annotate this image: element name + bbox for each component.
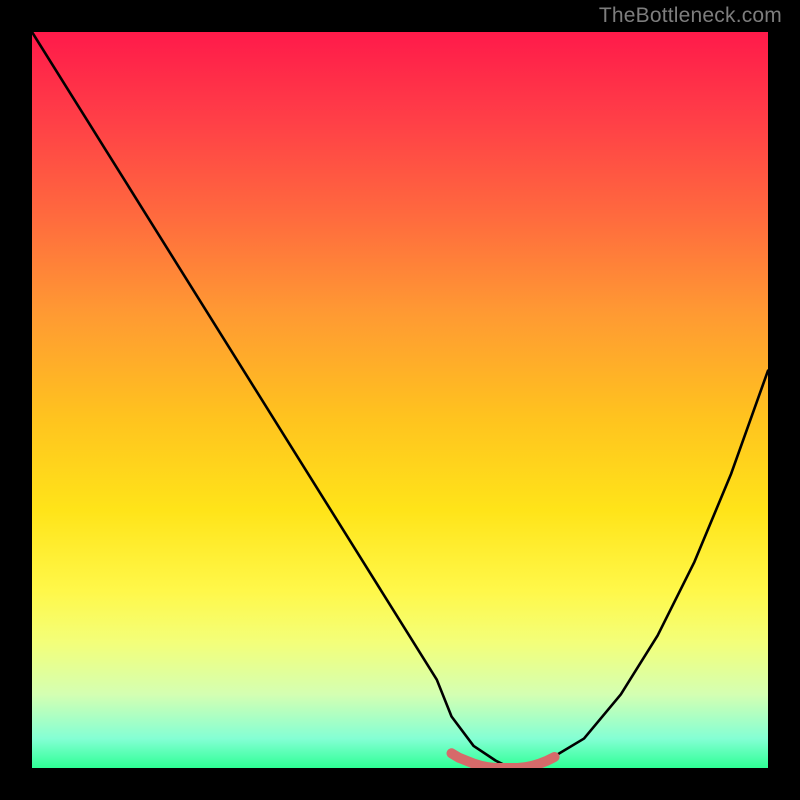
chart-frame: TheBottleneck.com [0,0,800,800]
curve-line [32,32,768,768]
watermark-text: TheBottleneck.com [599,4,782,28]
min-marker-line [452,753,555,768]
plot-svg [32,32,768,768]
plot-area [32,32,768,768]
